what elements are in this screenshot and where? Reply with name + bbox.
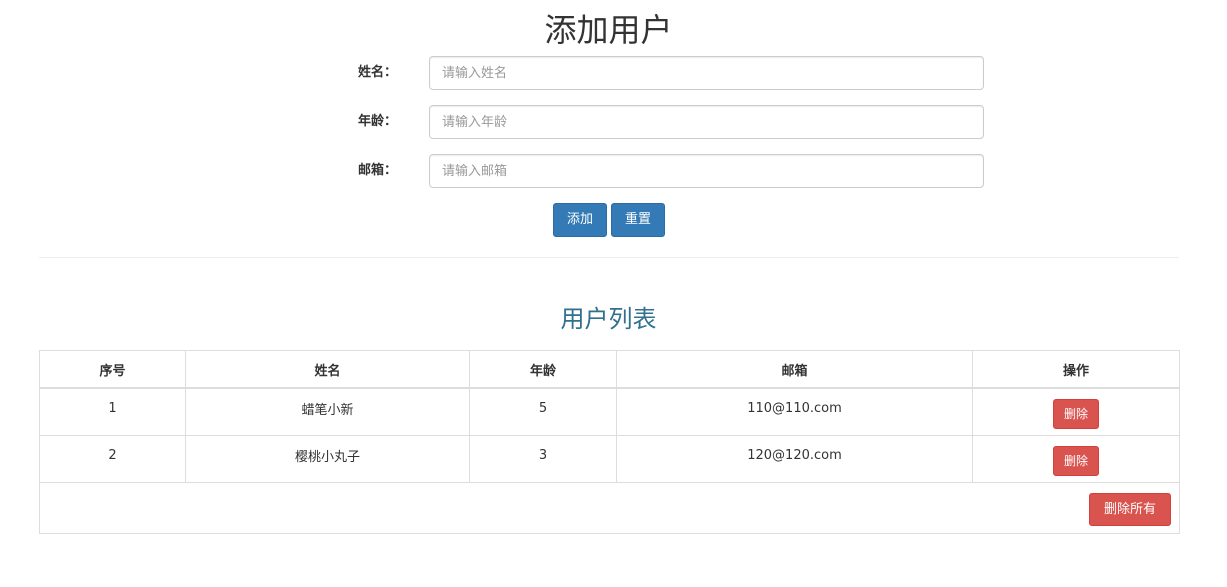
page: 添加用户 姓名： 年龄： 邮箱： 添加 重置 用户列表 序号 姓名 年龄 邮箱 [0, 0, 1227, 587]
name-label: 姓名： [357, 65, 397, 80]
column-header-age: 年龄 [469, 350, 617, 389]
age-row: 年龄： [0, 105, 1227, 139]
row-index: 1 [108, 400, 117, 416]
divider [39, 257, 1179, 258]
row-index-cell: 2 [39, 435, 186, 483]
column-header-name: 姓名 [185, 350, 470, 389]
row-email-cell: 120@120.com [616, 435, 973, 483]
table-footer-row: 删除所有 [39, 482, 1180, 534]
column-header-email: 邮箱 [616, 350, 973, 389]
row-email: 110@110.com [747, 400, 842, 416]
delete-button[interactable]: 删除 [1053, 446, 1099, 476]
age-input[interactable] [429, 105, 984, 139]
delete-button[interactable]: 删除 [1053, 399, 1099, 429]
user-list-title: 用户列表 [560, 305, 657, 333]
table-header-row: 序号 姓名 年龄 邮箱 操作 [39, 350, 1180, 389]
row-email: 120@120.com [747, 447, 842, 463]
row-age: 5 [538, 400, 548, 416]
row-index: 2 [108, 447, 117, 463]
email-row: 邮箱： [0, 154, 1227, 188]
row-name-cell: 蜡笔小新 [185, 387, 470, 436]
user-table: 序号 姓名 年龄 邮箱 操作 1 蜡笔小新 5 110@110.com 删除 2… [39, 350, 1180, 534]
row-name: 蜡笔小新 [301, 402, 354, 418]
add-user-title: 添加用户 [544, 11, 673, 49]
row-name-cell: 樱桃小丸子 [185, 435, 470, 483]
row-age-cell: 5 [469, 387, 617, 436]
add-button[interactable]: 添加 [553, 203, 607, 237]
age-label: 年龄： [357, 114, 397, 129]
table-footer-cell: 删除所有 [39, 482, 1180, 534]
row-email-cell: 110@110.com [616, 387, 973, 436]
column-header-actions: 操作 [972, 350, 1180, 389]
column-header-index: 序号 [39, 350, 186, 389]
row-name: 樱桃小丸子 [294, 449, 360, 465]
row-age-cell: 3 [469, 435, 617, 483]
email-input[interactable] [429, 154, 984, 188]
row-index-cell: 1 [39, 387, 186, 436]
row-actions-cell: 删除 [972, 387, 1180, 436]
table-row: 1 蜡笔小新 5 110@110.com 删除 [39, 387, 1180, 436]
name-input[interactable] [429, 56, 984, 90]
row-age: 3 [538, 447, 548, 463]
delete-all-button[interactable]: 删除所有 [1089, 492, 1171, 526]
email-label: 邮箱： [357, 163, 397, 178]
table-row: 2 樱桃小丸子 3 120@120.com 删除 [39, 435, 1180, 483]
name-row: 姓名： [0, 56, 1227, 90]
reset-button[interactable]: 重置 [611, 203, 665, 237]
row-actions-cell: 删除 [972, 435, 1180, 483]
